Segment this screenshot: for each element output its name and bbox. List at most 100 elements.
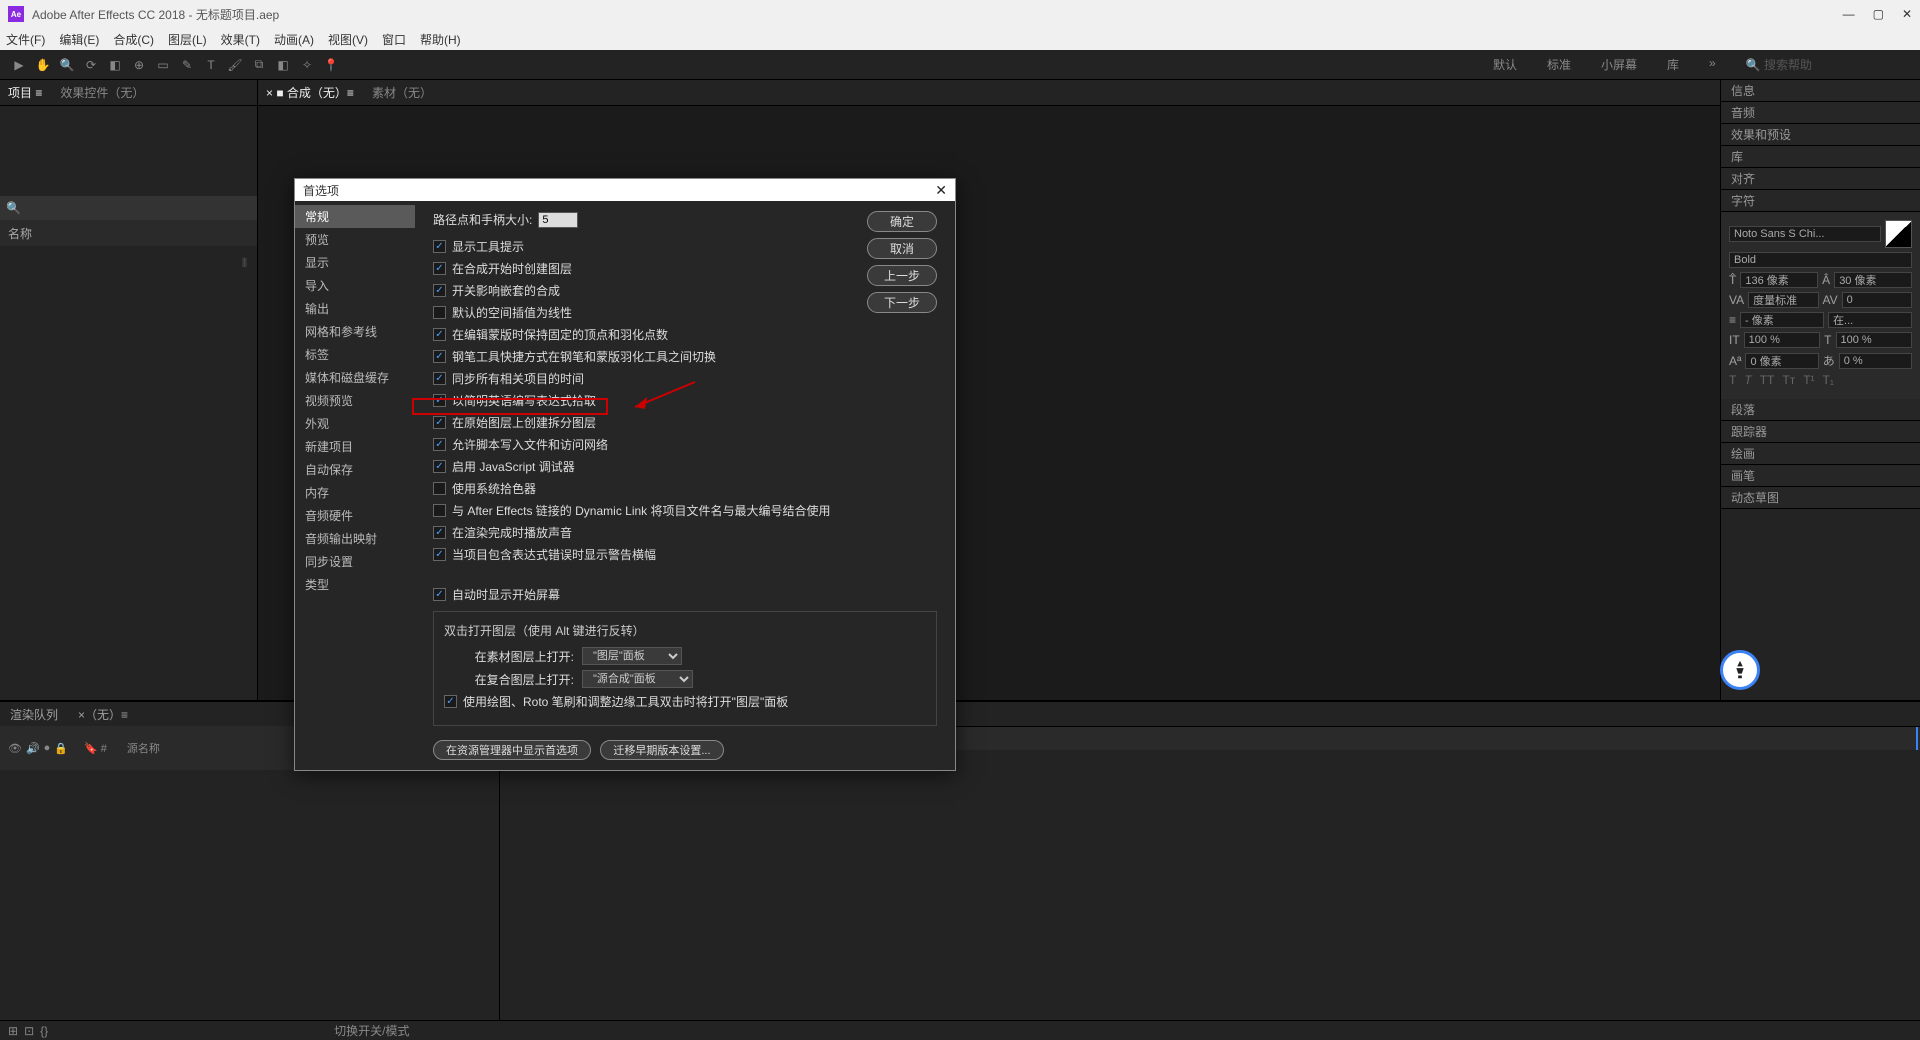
pref-checkbox[interactable] bbox=[433, 482, 446, 495]
type-tool-icon[interactable]: T bbox=[200, 54, 222, 76]
prev-button[interactable]: 上一步 bbox=[867, 265, 937, 286]
prefs-sidebar-item[interactable]: 类型 bbox=[295, 573, 415, 596]
menu-composition[interactable]: 合成(C) bbox=[113, 31, 154, 48]
ok-button[interactable]: 确定 bbox=[867, 211, 937, 232]
workspace-default[interactable]: 默认 bbox=[1493, 56, 1517, 73]
clone-tool-icon[interactable]: ⧉ bbox=[248, 54, 270, 76]
lock-icon[interactable]: 🔒 bbox=[54, 742, 68, 755]
zoom-tool-icon[interactable]: 🔍 bbox=[56, 54, 78, 76]
fill-over-stroke-input[interactable] bbox=[1828, 312, 1912, 328]
footage-open-select[interactable]: "图层"面板 bbox=[582, 647, 682, 665]
faux-italic-icon[interactable]: T bbox=[1744, 373, 1751, 387]
prefs-sidebar-item[interactable]: 显示 bbox=[295, 251, 415, 274]
puppet-tool-icon[interactable]: 📍 bbox=[320, 54, 342, 76]
stroke-width-input[interactable] bbox=[1740, 312, 1824, 328]
font-weight-input[interactable] bbox=[1729, 252, 1912, 268]
eye-icon[interactable]: 👁 bbox=[8, 742, 22, 755]
panel-library[interactable]: 库 bbox=[1721, 146, 1920, 168]
menu-file[interactable]: 文件(F) bbox=[6, 31, 45, 48]
check-auto-start[interactable]: ✓ bbox=[433, 588, 446, 601]
show-in-explorer-button[interactable]: 在资源管理器中显示首选项 bbox=[433, 740, 591, 760]
prefs-sidebar-item[interactable]: 标签 bbox=[295, 343, 415, 366]
prefs-sidebar-item[interactable]: 导入 bbox=[295, 274, 415, 297]
pref-checkbox[interactable]: ✓ bbox=[433, 394, 446, 407]
workspace-standard[interactable]: 标准 bbox=[1547, 56, 1571, 73]
pan-behind-tool-icon[interactable]: ⊕ bbox=[128, 54, 150, 76]
panel-paint[interactable]: 绘画 bbox=[1721, 443, 1920, 465]
panel-character[interactable]: 字符 bbox=[1721, 190, 1920, 212]
dialog-close-icon[interactable]: ✕ bbox=[935, 182, 947, 199]
brush-tool-icon[interactable]: 🖌 bbox=[224, 54, 246, 76]
prefs-sidebar-item[interactable]: 网格和参考线 bbox=[295, 320, 415, 343]
pref-checkbox[interactable]: ✓ bbox=[433, 284, 446, 297]
panel-brush[interactable]: 画笔 bbox=[1721, 465, 1920, 487]
migrate-settings-button[interactable]: 迁移早期版本设置... bbox=[600, 740, 723, 760]
fill-stroke-swatch[interactable] bbox=[1885, 220, 1912, 248]
panel-effects-presets[interactable]: 效果和预设 bbox=[1721, 124, 1920, 146]
font-size-input[interactable] bbox=[1740, 272, 1818, 288]
panel-align[interactable]: 对齐 bbox=[1721, 168, 1920, 190]
menu-effect[interactable]: 效果(T) bbox=[221, 31, 260, 48]
workspace-library[interactable]: 库 bbox=[1667, 56, 1679, 73]
close-button[interactable]: ✕ bbox=[1902, 7, 1912, 21]
workspace-small[interactable]: 小屏幕 bbox=[1601, 56, 1637, 73]
toggle-switches-label[interactable]: 切换开关/模式 bbox=[334, 1022, 409, 1039]
pref-checkbox[interactable]: ✓ bbox=[433, 262, 446, 275]
panel-audio[interactable]: 音频 bbox=[1721, 102, 1920, 124]
tab-render-queue[interactable]: 渲染队列 bbox=[10, 706, 58, 723]
tracking-input[interactable] bbox=[1842, 292, 1912, 308]
menu-layer[interactable]: 图层(L) bbox=[168, 31, 207, 48]
menu-help[interactable]: 帮助(H) bbox=[420, 31, 461, 48]
camera-tool-icon[interactable]: ◧ bbox=[104, 54, 126, 76]
prefs-sidebar-item[interactable]: 媒体和磁盘缓存 bbox=[295, 366, 415, 389]
menu-animation[interactable]: 动画(A) bbox=[274, 31, 314, 48]
panel-tracker[interactable]: 跟踪器 bbox=[1721, 421, 1920, 443]
all-caps-icon[interactable]: TT bbox=[1760, 373, 1775, 387]
check-use-paint[interactable]: ✓ bbox=[444, 695, 457, 708]
orbit-tool-icon[interactable]: ⟳ bbox=[80, 54, 102, 76]
cancel-button[interactable]: 取消 bbox=[867, 238, 937, 259]
pref-checkbox[interactable] bbox=[433, 504, 446, 517]
pref-checkbox[interactable]: ✓ bbox=[433, 372, 446, 385]
flowchart-icon[interactable]: ⫴ bbox=[242, 256, 247, 271]
minimize-button[interactable]: — bbox=[1843, 7, 1855, 21]
pref-checkbox[interactable]: ✓ bbox=[433, 460, 446, 473]
toggle-icon-2[interactable]: ⊡ bbox=[24, 1024, 34, 1038]
source-name-column[interactable]: 源名称 bbox=[127, 740, 160, 756]
panel-paragraph[interactable]: 段落 bbox=[1721, 399, 1920, 421]
hscale-input[interactable] bbox=[1836, 332, 1913, 348]
tab-effect-controls[interactable]: 效果控件（无） bbox=[60, 84, 144, 101]
prefs-sidebar-item[interactable]: 外观 bbox=[295, 412, 415, 435]
pref-checkbox[interactable] bbox=[433, 306, 446, 319]
tab-footage[interactable]: 素材（无） bbox=[372, 84, 432, 101]
menu-edit[interactable]: 编辑(E) bbox=[59, 31, 99, 48]
prefs-sidebar-item[interactable]: 自动保存 bbox=[295, 458, 415, 481]
pref-checkbox[interactable]: ✓ bbox=[433, 350, 446, 363]
pref-checkbox[interactable]: ✓ bbox=[433, 328, 446, 341]
kerning-input[interactable] bbox=[1748, 292, 1818, 308]
comp-open-select[interactable]: "源合成"面板 bbox=[582, 670, 693, 688]
superscript-icon[interactable]: T¹ bbox=[1803, 373, 1814, 387]
eraser-tool-icon[interactable]: ◧ bbox=[272, 54, 294, 76]
maximize-button[interactable]: ▢ bbox=[1873, 7, 1884, 21]
vscale-input[interactable] bbox=[1744, 332, 1821, 348]
tab-project[interactable]: 项目 ≡ bbox=[8, 84, 42, 101]
search-icon[interactable]: 🔍 bbox=[6, 201, 21, 215]
hand-tool-icon[interactable]: ✋ bbox=[32, 54, 54, 76]
small-caps-icon[interactable]: Tᴛ bbox=[1782, 373, 1795, 387]
faux-bold-icon[interactable]: T bbox=[1729, 373, 1736, 387]
pref-checkbox[interactable]: ✓ bbox=[433, 526, 446, 539]
pref-checkbox[interactable]: ✓ bbox=[433, 438, 446, 451]
prefs-sidebar-item[interactable]: 常规 bbox=[295, 205, 415, 228]
tab-timeline-none[interactable]: ×（无）≡ bbox=[78, 706, 128, 723]
font-family-input[interactable] bbox=[1729, 226, 1881, 242]
menu-view[interactable]: 视图(V) bbox=[328, 31, 368, 48]
solo-icon[interactable]: ● bbox=[44, 742, 51, 754]
panel-motion-sketch[interactable]: 动态草图 bbox=[1721, 487, 1920, 509]
path-size-input[interactable] bbox=[538, 212, 578, 228]
workspace-search-icon[interactable]: 🔍 搜索帮助 bbox=[1746, 56, 1812, 73]
prefs-sidebar-item[interactable]: 新建项目 bbox=[295, 435, 415, 458]
pref-checkbox[interactable]: ✓ bbox=[433, 240, 446, 253]
toggle-icon[interactable]: ⊞ bbox=[8, 1024, 18, 1038]
tsume-input[interactable] bbox=[1839, 353, 1912, 369]
